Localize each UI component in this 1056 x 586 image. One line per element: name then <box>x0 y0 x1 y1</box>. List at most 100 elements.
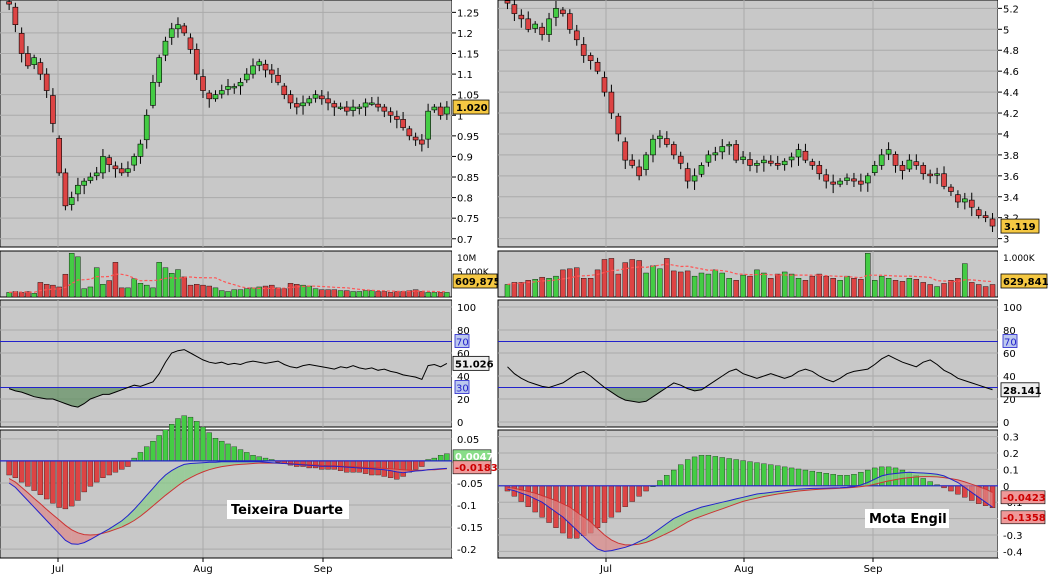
candle-body <box>213 95 218 99</box>
volume-bar <box>163 268 168 297</box>
macd-histogram-bar <box>194 421 199 461</box>
volume-bar <box>194 284 199 297</box>
volume-tick-label: 1.000K <box>1003 254 1036 264</box>
pane-rsi <box>498 300 998 427</box>
macd-histogram-bar <box>413 461 418 469</box>
candle-body <box>125 169 130 172</box>
candle-body <box>560 10 565 14</box>
volume-bar <box>824 276 829 297</box>
pane-price <box>498 0 998 247</box>
volume-bar <box>50 285 55 297</box>
volume-bar <box>313 289 318 297</box>
candle-body <box>948 187 953 191</box>
volume-bar <box>761 273 766 297</box>
volume-bar <box>512 282 517 297</box>
volume-bar <box>244 289 249 297</box>
candle-body <box>32 58 37 65</box>
macd-histogram-bar <box>326 461 331 469</box>
candle-body <box>182 26 187 33</box>
macd-histogram-bar <box>699 455 704 485</box>
volume-bar <box>75 257 80 297</box>
macd-histogram-bar <box>100 461 105 478</box>
volume-last-value: 609,875 <box>455 277 501 288</box>
volume-bar <box>879 276 884 297</box>
candle-body <box>845 178 850 181</box>
volume-bar <box>976 284 981 297</box>
volume-bar <box>948 280 953 297</box>
candle-body <box>313 95 318 98</box>
volume-bar <box>319 290 324 297</box>
volume-bar <box>637 260 642 297</box>
volume-bar <box>831 278 836 297</box>
macd-histogram-bar <box>213 438 218 461</box>
candle-body <box>88 177 93 180</box>
macd-histogram-bar <box>157 435 162 460</box>
volume-bar <box>914 279 919 297</box>
volume-bar <box>893 280 898 297</box>
candle-body <box>720 147 725 152</box>
macd-histogram-bar <box>169 424 174 461</box>
macd-histogram-bar <box>623 486 628 507</box>
candle-body <box>553 8 558 17</box>
macd-tick-label: 0.1 <box>1003 465 1019 476</box>
volume-bar <box>7 292 12 297</box>
candle-body <box>734 144 739 160</box>
volume-bar <box>782 272 787 297</box>
candle-body <box>175 25 180 29</box>
macd-histogram-bar <box>810 471 815 486</box>
candle-body <box>567 14 572 30</box>
macd-histogram-bar <box>13 461 18 478</box>
volume-bar <box>775 274 780 297</box>
macd-histogram-bar <box>796 469 801 486</box>
candle-body <box>644 155 649 170</box>
macd-histogram-bar <box>741 461 746 486</box>
candle-body <box>637 167 642 176</box>
macd-histogram-bar <box>182 416 187 461</box>
volume-bar <box>872 280 877 297</box>
macd-histogram-bar <box>82 461 87 492</box>
candle-body <box>138 144 143 156</box>
candle-body <box>879 155 884 165</box>
macd-histogram-bar <box>734 460 739 486</box>
candle-body <box>244 74 249 80</box>
month-label: Jul <box>599 564 612 575</box>
candle-body <box>741 157 746 160</box>
candle-body <box>113 166 118 169</box>
volume-bar <box>567 269 572 297</box>
price-last-value: 1.020 <box>456 103 488 114</box>
candle-body <box>207 93 212 99</box>
volume-bar <box>560 270 565 297</box>
candle-body <box>301 103 306 106</box>
macd-histogram-bar <box>438 455 443 461</box>
volume-bar <box>540 277 545 297</box>
volume-bar <box>426 292 431 297</box>
candle-body <box>526 19 531 29</box>
volume-bar <box>685 271 690 297</box>
volume-bar <box>581 278 586 297</box>
candle-body <box>107 158 112 165</box>
candle-body <box>623 142 628 160</box>
chart-teixeira-duarte: JulAugSep0.70.750.80.850.90.9511.051.11.… <box>0 0 501 575</box>
candle-body <box>25 54 30 66</box>
candle-body <box>685 169 690 181</box>
volume-bar <box>63 274 68 297</box>
macd-histogram-bar <box>609 486 614 518</box>
volume-bar <box>907 278 912 297</box>
candle-body <box>803 151 808 160</box>
volume-bar <box>238 290 243 297</box>
candle-body <box>914 162 919 166</box>
price-tick-label: 1.25 <box>457 8 479 19</box>
candle-body <box>13 7 18 24</box>
pane-macd <box>498 430 998 558</box>
macd-tick-label: -0.3 <box>1003 531 1023 542</box>
macd-histogram-bar <box>25 461 30 486</box>
candle-body <box>748 160 753 166</box>
price-tick-label: 1.2 <box>457 29 473 40</box>
macd-histogram-bar <box>706 455 711 485</box>
candle-body <box>831 182 836 184</box>
candle-body <box>810 162 815 166</box>
candle-body <box>426 111 431 139</box>
macd-histogram-bar <box>768 465 773 486</box>
volume-bar <box>138 283 143 297</box>
candle-body <box>344 107 349 111</box>
